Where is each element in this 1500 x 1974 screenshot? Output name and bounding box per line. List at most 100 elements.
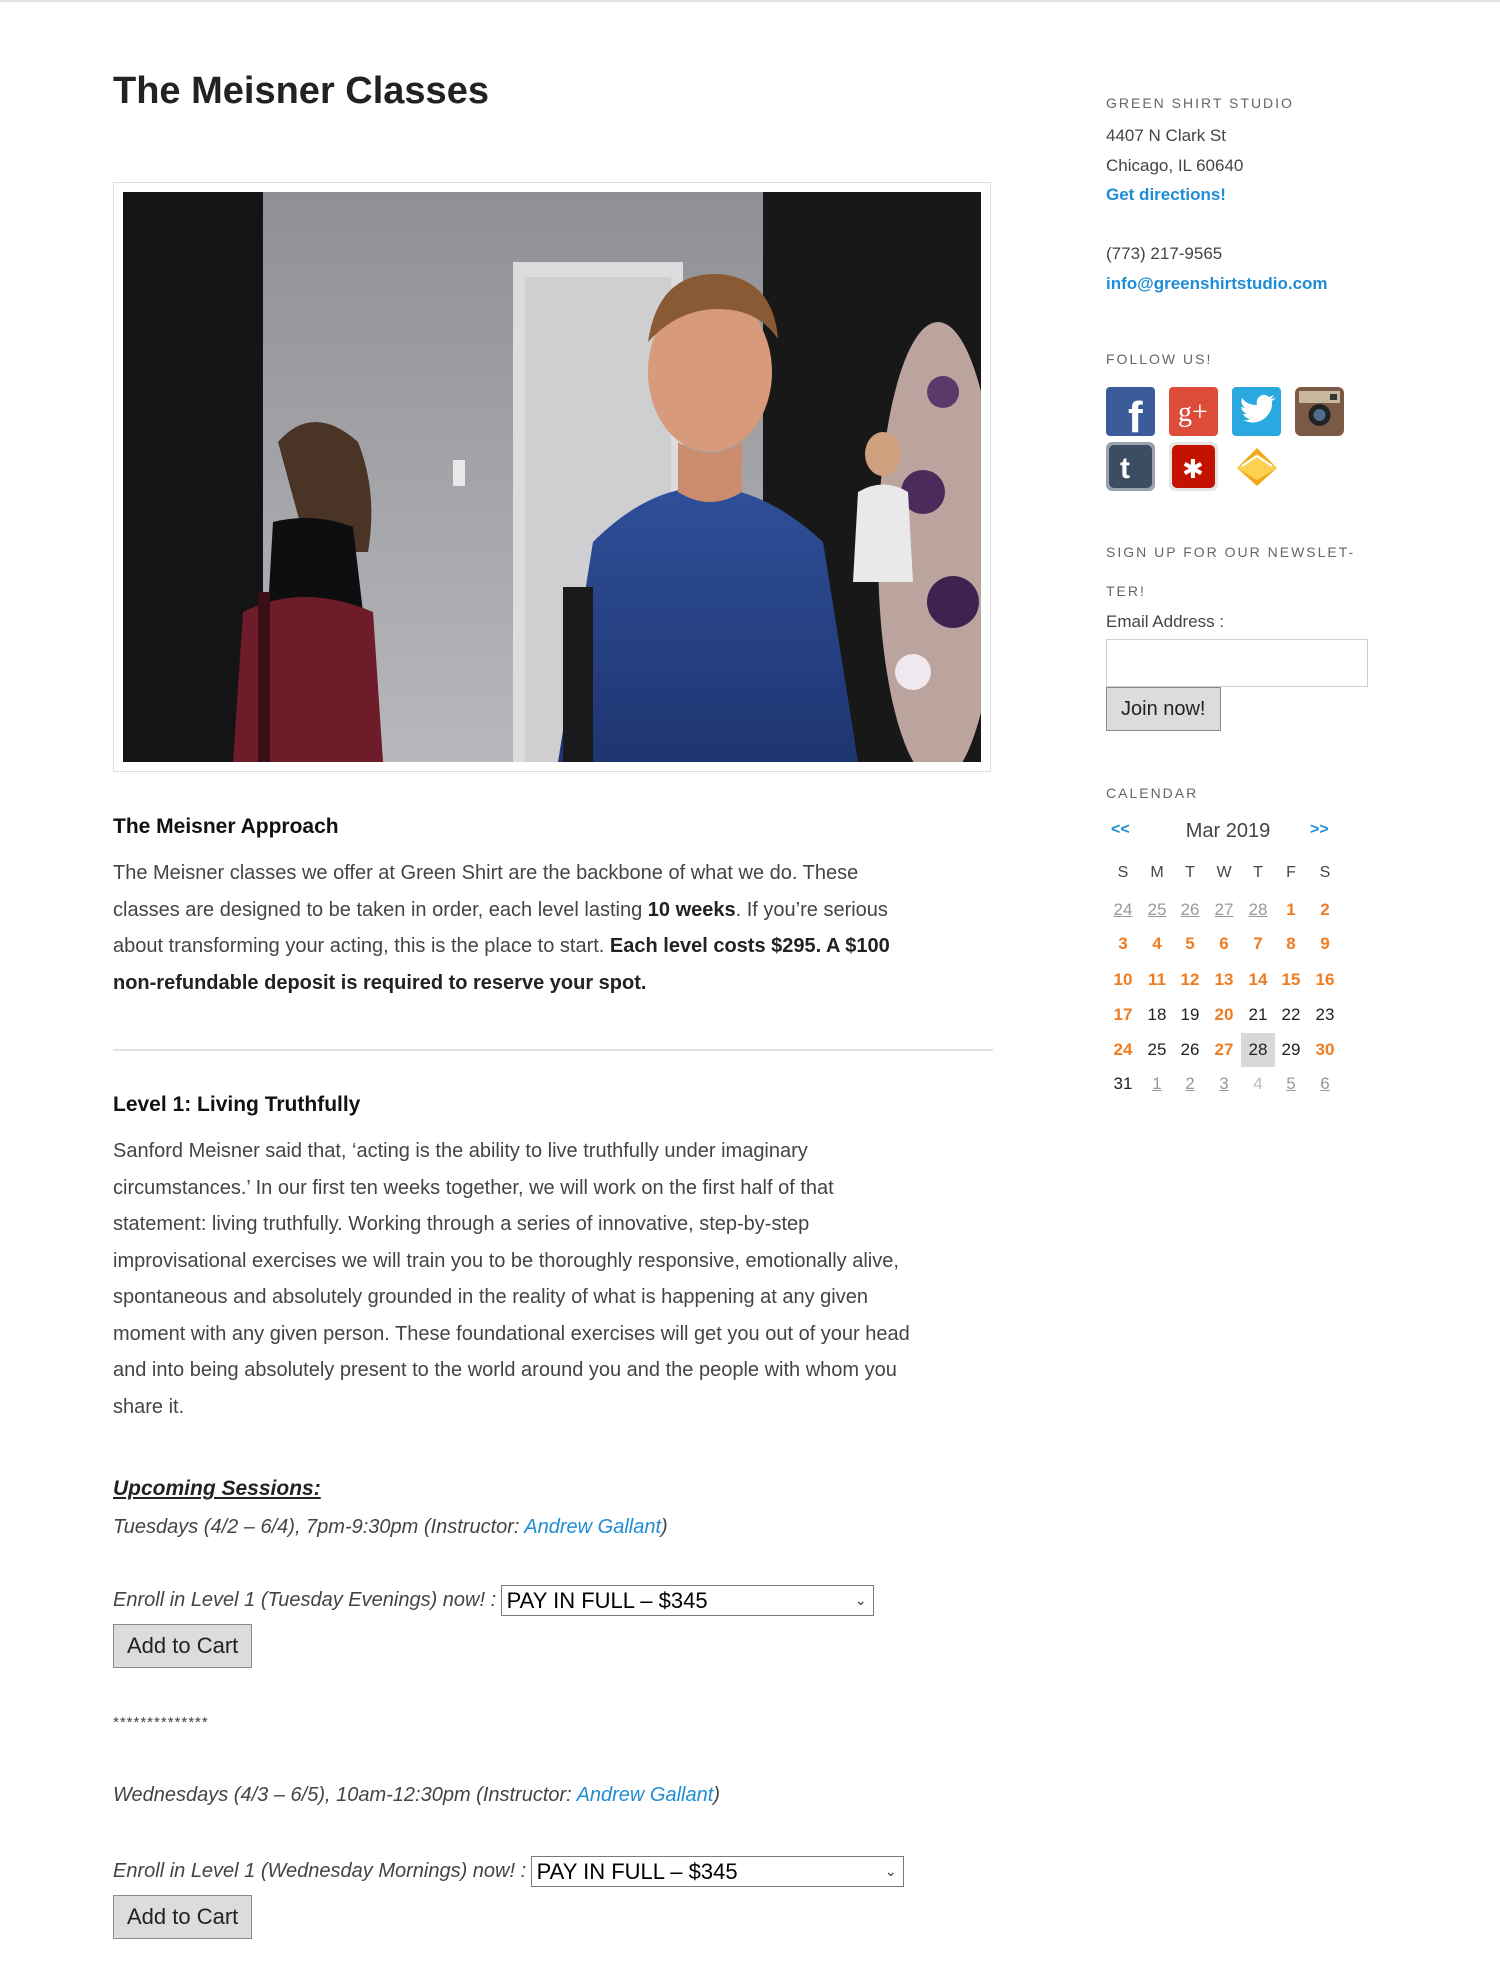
top-border <box>0 0 1500 2</box>
instagram-icon[interactable] <box>1295 387 1344 436</box>
calendar-day-cell[interactable]: 24 <box>1106 893 1140 927</box>
calendar-day-cell[interactable]: 2 <box>1308 893 1342 927</box>
calendar-day-cell[interactable]: 12 <box>1173 963 1207 997</box>
level1-line: share it. <box>113 1395 185 1418</box>
level1-line: moment with any given person. These foun… <box>113 1322 910 1345</box>
calendar-day-cell[interactable]: 11 <box>1140 963 1174 997</box>
facebook-icon[interactable]: f <box>1106 387 1155 436</box>
approach-cost: Each level costs $295. A $100 <box>609 935 890 957</box>
join-now-button[interactable]: Join now! <box>1106 687 1221 731</box>
calendar-day-cell[interactable]: 27 <box>1207 893 1241 927</box>
wednesday-enroll-label: Enroll in Level 1 (Wednesday Mornings) n… <box>113 1860 527 1882</box>
wednesday-session-end: ) <box>713 1784 720 1806</box>
calendar-day-cell[interactable]: 5 <box>1173 927 1207 961</box>
calendar-day-cell[interactable]: 15 <box>1274 963 1308 997</box>
address-line-2: Chicago, IL 60640 <box>1106 156 1244 175</box>
svg-text:f: f <box>1128 393 1143 436</box>
hero-photo <box>123 192 981 762</box>
wednesday-payment-select[interactable]: PAY IN FULL – $345 ⌄ <box>530 1856 904 1887</box>
calendar-day-cell[interactable]: 20 <box>1207 998 1241 1032</box>
calendar-day-cell: 25 <box>1147 1040 1167 1059</box>
studio-widget-title: GREEN SHIRT STUDIO <box>1106 95 1294 111</box>
calendar-day-cell[interactable]: 6 <box>1308 1067 1342 1101</box>
google-plus-icon[interactable]: g+ <box>1169 387 1218 436</box>
hero-photo-frame <box>113 182 991 772</box>
newsletter-title-line-1: SIGN UP FOR OUR NEWSLET- <box>1106 544 1356 560</box>
level1-paragraph: Sanford Meisner said that, ‘acting is th… <box>113 1133 993 1425</box>
newsletter-title-line-2: TER! <box>1106 583 1146 599</box>
calendar-day-cell[interactable]: 2 <box>1173 1067 1207 1101</box>
tuesday-enroll-label: Enroll in Level 1 (Tuesday Evenings) now… <box>113 1589 497 1611</box>
calendar-day-cell: 4 <box>1253 1074 1263 1093</box>
wednesday-session-text: Wednesdays (4/3 – 6/5), 10am-12:30pm (In… <box>113 1784 577 1806</box>
calendar-day-cell[interactable]: 9 <box>1308 927 1342 961</box>
level1-line: improvisational exercises we will train … <box>113 1249 899 1272</box>
section-divider <box>113 1049 993 1051</box>
wednesday-session-line: Wednesdays (4/3 – 6/5), 10am-12:30pm (In… <box>113 1784 720 1807</box>
approach-paragraph: The Meisner classes we offer at Green Sh… <box>113 855 993 1001</box>
twitter-icon[interactable] <box>1232 387 1281 436</box>
calendar-day-cell[interactable]: 1 <box>1140 1067 1174 1101</box>
calendar-day-cell: 18 <box>1147 1005 1167 1024</box>
approach-line-1: The Meisner classes we offer at Green Sh… <box>113 862 859 884</box>
calendar-day-cell: 22 <box>1281 1005 1301 1024</box>
follow-widget-title: FOLLOW US! <box>1106 351 1213 367</box>
email-icon[interactable] <box>1232 442 1281 491</box>
get-directions-link[interactable]: Get directions! <box>1106 185 1226 205</box>
calendar-weekday-header: F <box>1286 864 1296 881</box>
wednesday-add-to-cart-button[interactable]: Add to Cart <box>113 1895 253 1939</box>
instructor-link[interactable]: Andrew Gallant <box>577 1784 714 1806</box>
phone-number: (773) 217-9565 <box>1106 244 1223 263</box>
calendar-day-cell[interactable]: 5 <box>1274 1067 1308 1101</box>
calendar-day-cell[interactable]: 14 <box>1241 963 1275 997</box>
yelp-icon[interactable]: ✱ <box>1169 442 1218 491</box>
calendar-widget-title: CALENDAR <box>1106 785 1199 801</box>
calendar-day-cell[interactable]: 26 <box>1173 893 1207 927</box>
calendar-day-cell[interactable]: 24 <box>1106 1033 1140 1067</box>
approach-line-3: about transforming your acting, this is … <box>113 928 993 965</box>
tuesday-add-to-cart-button[interactable]: Add to Cart <box>113 1624 253 1668</box>
approach-line-2-text: classes are designed to be taken in orde… <box>113 898 648 921</box>
calendar-day-cell[interactable]: 8 <box>1274 927 1308 961</box>
calendar-weekday-header: S <box>1117 864 1129 881</box>
calendar-day-cell[interactable]: 10 <box>1106 963 1140 997</box>
calendar-day-cell[interactable]: 13 <box>1207 963 1241 997</box>
calendar-day-cell: 21 <box>1248 1005 1268 1024</box>
calendar-day-cell[interactable]: 17 <box>1106 998 1140 1032</box>
instructor-link[interactable]: Andrew Gallant <box>524 1516 661 1538</box>
email-link[interactable]: info@greenshirtstudio.com <box>1106 274 1328 294</box>
level1-line: circumstances.’ In our first ten weeks t… <box>113 1176 834 1199</box>
chevron-down-icon: ⌄ <box>854 1592 867 1608</box>
calendar-day-cell[interactable]: 7 <box>1241 927 1275 961</box>
calendar-day-cell[interactable]: 27 <box>1207 1033 1241 1067</box>
calendar-day-cell[interactable]: 3 <box>1106 927 1140 961</box>
tuesday-enroll-row: Enroll in Level 1 (Tuesday Evenings) now… <box>113 1585 874 1616</box>
calendar-day-cell[interactable]: 3 <box>1207 1067 1241 1101</box>
calendar-day-cell[interactable]: 25 <box>1140 893 1174 927</box>
svg-text:t: t <box>1120 452 1130 485</box>
calendar-weekday-header: S <box>1319 864 1331 881</box>
calendar-day-cell[interactable]: 28 <box>1241 893 1275 927</box>
upcoming-sessions-heading: Upcoming Sessions: <box>113 1477 321 1500</box>
approach-line-4: non-refundable deposit is required to re… <box>113 965 993 1002</box>
calendar-day-cell[interactable]: 30 <box>1308 1033 1342 1067</box>
calendar-day-cell[interactable]: 16 <box>1308 963 1342 997</box>
tuesday-payment-select[interactable]: PAY IN FULL – $345 ⌄ <box>500 1585 874 1616</box>
calendar-next-month-link[interactable]: >> <box>1310 821 1329 839</box>
calendar-day-cell: 23 <box>1315 1005 1335 1024</box>
calendar-day-cell[interactable]: 4 <box>1140 927 1174 961</box>
calendar-day-cell[interactable]: 1 <box>1274 893 1308 927</box>
tumblr-icon[interactable]: t <box>1106 442 1155 491</box>
wednesday-enroll-row: Enroll in Level 1 (Wednesday Mornings) n… <box>113 1856 904 1887</box>
calendar-day-cell[interactable]: 6 <box>1207 927 1241 961</box>
level1-heading: Level 1: Living Truthfully <box>113 1093 361 1116</box>
newsletter-email-input[interactable] <box>1106 639 1368 687</box>
calendar-month: Mar 2019 <box>1185 820 1271 842</box>
approach-line-2: classes are designed to be taken in orde… <box>113 892 993 929</box>
approach-line-2-end: . If you’re serious <box>735 898 888 921</box>
wednesday-payment-selected: PAY IN FULL – $345 <box>536 1859 738 1884</box>
calendar-day-cell: 26 <box>1180 1040 1200 1059</box>
calendar-prev-month-link[interactable]: << <box>1111 821 1130 839</box>
level1-line: spontaneous and absolutely grounded in t… <box>113 1286 868 1308</box>
email-address-label: Email Address : <box>1106 612 1225 631</box>
